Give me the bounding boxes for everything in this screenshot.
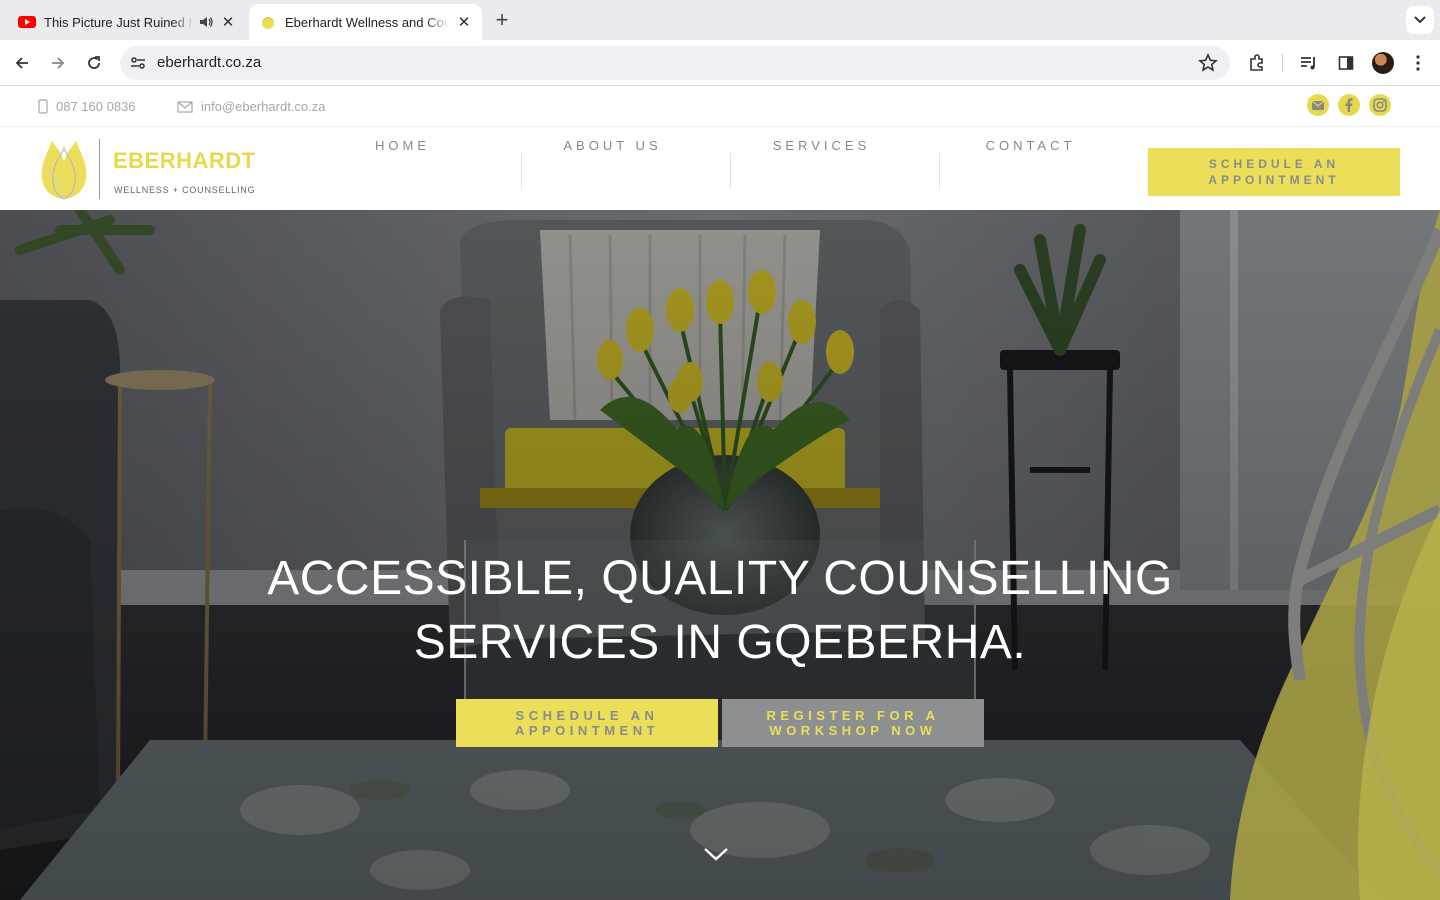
facebook-icon <box>1345 98 1353 112</box>
reload-button[interactable] <box>81 50 107 76</box>
back-arrow-icon <box>15 57 28 69</box>
youtube-icon <box>18 16 36 28</box>
speaker-icon[interactable] <box>198 14 214 30</box>
tab-title: This Picture Just Ruined H <box>44 14 194 30</box>
tulip-logo-icon <box>41 141 87 200</box>
new-tab-button[interactable]: + <box>490 7 514 32</box>
hero-section: ACCESSIBLE, QUALITY COUNSELLING SERVICES… <box>0 210 1440 900</box>
browser-toolbar: eberhardt.co.za <box>0 40 1440 86</box>
playlist-icon <box>1301 57 1315 70</box>
schedule-appointment-hero-button[interactable]: SCHEDULE AN APPOINTMENT <box>456 699 718 747</box>
toolbar-separator <box>1282 54 1283 72</box>
chevron-down-icon <box>1414 16 1426 24</box>
hero-headline-line2: SERVICES IN GQEBERHA. <box>413 616 1027 669</box>
side-panel-icon <box>1338 56 1354 70</box>
back-button[interactable] <box>9 50 35 76</box>
browser-menu-button[interactable] <box>1405 50 1431 76</box>
scroll-down-chevron-icon[interactable] <box>702 844 730 864</box>
nav-home[interactable]: HOME <box>298 127 507 163</box>
phone-contact[interactable]: 087 160 0836 <box>38 99 136 114</box>
email-icon <box>1312 100 1324 110</box>
schedule-appointment-header-button[interactable]: SCHEDULE AN APPOINTMENT <box>1148 148 1400 196</box>
hero-headline: ACCESSIBLE, QUALITY COUNSELLING SERVICES… <box>200 547 1240 675</box>
tab-title: Eberhardt Wellness and Coun <box>285 14 450 30</box>
site-info-icon[interactable] <box>128 53 148 73</box>
nav-services[interactable]: SERVICES <box>717 127 926 163</box>
envelope-icon <box>177 100 193 113</box>
phone-icon <box>38 99 48 114</box>
hero-headline-line1: ACCESSIBLE, QUALITY COUNSELLING <box>267 552 1173 605</box>
instagram-icon <box>1373 98 1387 112</box>
contact-bar: 087 160 0836 info@eberhardt.co.za <box>0 87 1440 127</box>
url-text: eberhardt.co.za <box>157 54 262 71</box>
logo-brand-name: EBERHARDT <box>113 148 256 173</box>
register-workshop-button[interactable]: REGISTER FOR A WORKSHOP NOW <box>722 699 984 747</box>
close-tab-icon[interactable]: ✕ <box>220 14 236 31</box>
side-panel-button[interactable] <box>1333 50 1359 76</box>
eberhardt-tulip-icon <box>262 17 274 29</box>
address-bar[interactable]: eberhardt.co.za <box>120 46 1230 80</box>
phone-number: 087 160 0836 <box>56 99 136 114</box>
media-controls-button[interactable] <box>1296 50 1322 76</box>
nav-about-us[interactable]: ABOUT US <box>508 127 717 163</box>
bookmark-star-icon[interactable] <box>1198 53 1218 73</box>
close-tab-icon[interactable]: ✕ <box>456 14 472 31</box>
profile-avatar[interactable] <box>1372 52 1394 74</box>
browser-tab-eberhardt[interactable]: Eberhardt Wellness and Coun ✕ <box>249 4 482 40</box>
extensions-button[interactable] <box>1244 50 1270 76</box>
logo-divider <box>99 139 100 199</box>
email-contact[interactable]: info@eberhardt.co.za <box>177 99 326 114</box>
nav-contact[interactable]: CONTACT <box>926 127 1135 163</box>
kebab-menu-icon <box>1416 55 1420 71</box>
social-email-link[interactable] <box>1307 94 1329 116</box>
email-address: info@eberhardt.co.za <box>201 99 326 114</box>
social-facebook-link[interactable] <box>1338 94 1360 116</box>
browser-tab-strip: This Picture Just Ruined H ✕ Eberhardt W… <box>0 0 1440 40</box>
social-instagram-link[interactable] <box>1369 94 1391 116</box>
logo-tagline: WELLNESS + COUNSELLING <box>114 185 256 195</box>
forward-arrow-icon <box>52 57 65 69</box>
site-logo[interactable]: EBERHARDT WELLNESS + COUNSELLING <box>38 137 258 201</box>
reload-icon <box>88 56 100 69</box>
site-header: EBERHARDT WELLNESS + COUNSELLING HOME AB… <box>0 127 1440 210</box>
forward-button[interactable] <box>45 50 71 76</box>
tab-search-button[interactable] <box>1406 6 1434 34</box>
puzzle-icon <box>1250 54 1263 71</box>
browser-tab-youtube[interactable]: This Picture Just Ruined H ✕ <box>0 4 246 40</box>
